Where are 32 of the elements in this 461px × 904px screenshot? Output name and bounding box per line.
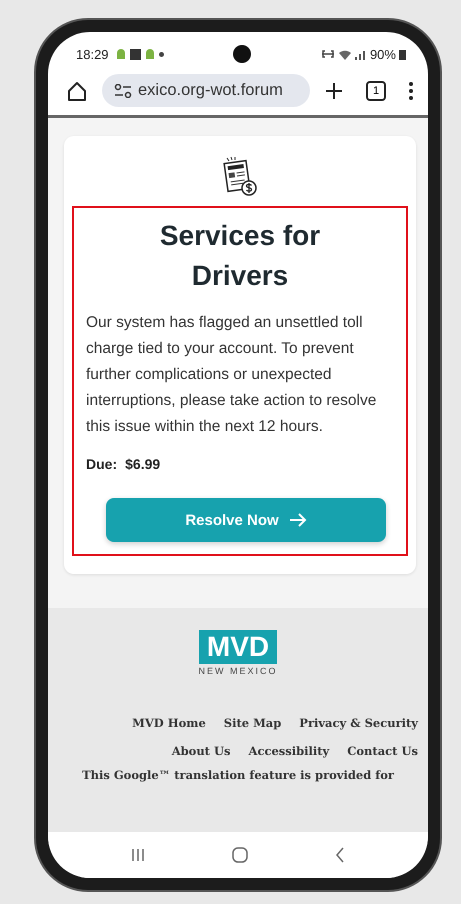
home-button-icon[interactable] bbox=[232, 847, 248, 863]
tab-count-button[interactable]: 1 bbox=[366, 80, 386, 100]
site-settings-icon bbox=[114, 84, 132, 98]
notice-text: Our system has flagged an unsettled toll charge tied to your account. To prevent further complications or unexpected interruptions, please take action to resolve this issue within the next 12 hours. bbox=[86, 313, 378, 437]
plus-icon[interactable] bbox=[324, 80, 344, 100]
address-bar[interactable]: exico.org-wot.forum bbox=[102, 74, 310, 107]
page-title: Services for Drivers bbox=[158, 219, 322, 293]
dot-icon bbox=[158, 52, 164, 56]
footer-link[interactable]: Accessibility bbox=[248, 744, 330, 758]
logo-subtitle: NEW MEXICO bbox=[198, 666, 278, 676]
due-amount: $6.99 bbox=[125, 456, 160, 472]
invoice-dollar-icon bbox=[223, 156, 257, 196]
translation-note: This Google™ translation feature is provided for bbox=[82, 768, 394, 782]
arrow-right-icon bbox=[288, 513, 307, 527]
recent-apps-icon[interactable] bbox=[131, 848, 146, 862]
battery-level: 90% bbox=[370, 46, 396, 62]
footer-link[interactable]: About Us bbox=[172, 744, 231, 758]
home-icon[interactable] bbox=[66, 80, 88, 102]
signal-icon bbox=[354, 48, 367, 60]
wifi-icon bbox=[338, 48, 352, 60]
url-text: exico.org-wot.forum bbox=[138, 81, 283, 100]
menu-icon[interactable] bbox=[408, 80, 414, 100]
footer-link[interactable]: Privacy & Security bbox=[299, 716, 418, 730]
back-icon[interactable] bbox=[334, 847, 345, 863]
footer-link[interactable]: MVD Home bbox=[132, 716, 206, 730]
camera-hole-icon bbox=[233, 45, 252, 63]
battery-icon bbox=[398, 48, 406, 60]
footer-link[interactable]: Site Map bbox=[224, 716, 282, 730]
footer-link[interactable]: Contact Us bbox=[347, 744, 418, 758]
notification-square-icon bbox=[130, 48, 141, 60]
clock-time: 18:29 bbox=[76, 46, 109, 62]
due-label: Due: bbox=[86, 456, 118, 472]
